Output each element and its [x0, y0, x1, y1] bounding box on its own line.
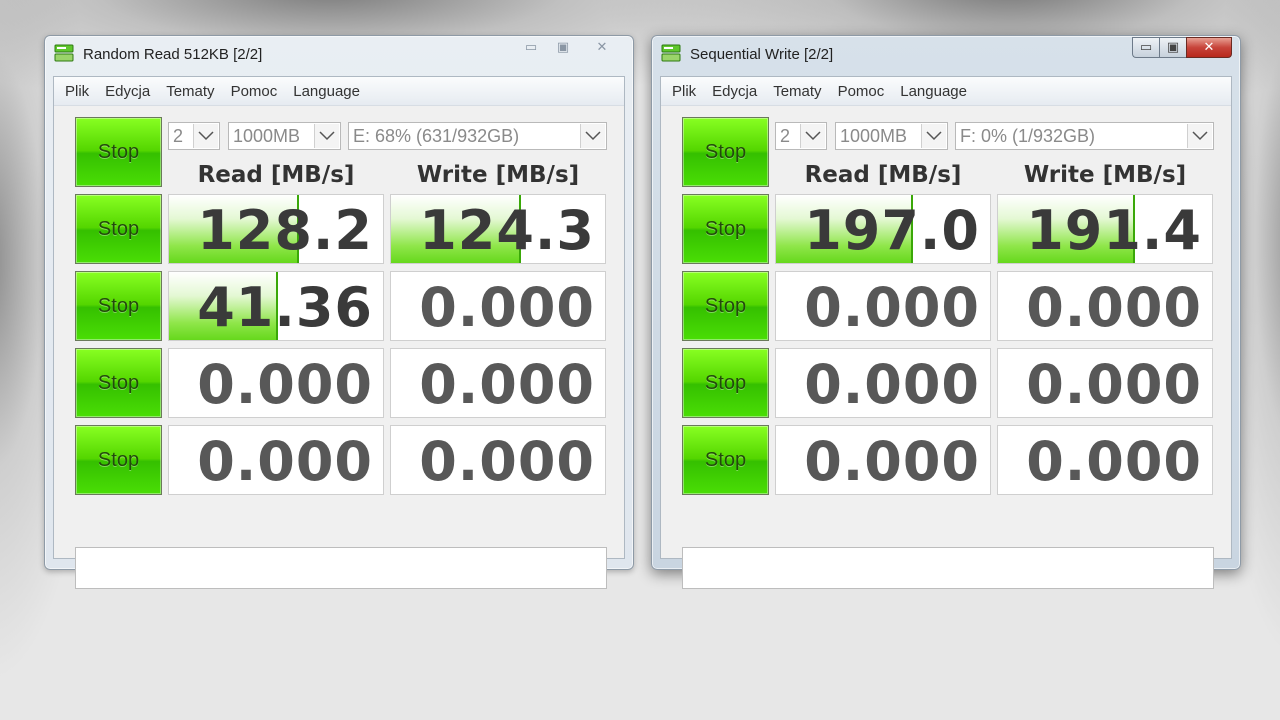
chevron-down-icon — [580, 124, 605, 148]
read-result: 0.000 — [168, 425, 384, 495]
menu-tematy[interactable]: Tematy — [158, 83, 222, 100]
read-value: 0.000 — [197, 353, 373, 416]
write-value: 124.3 — [419, 199, 595, 262]
size-select[interactable]: 1000MB — [835, 122, 948, 150]
write-header: Write [MB/s] — [1023, 162, 1187, 188]
row-stop-button[interactable]: Stop — [75, 425, 162, 495]
chevron-down-icon — [193, 124, 218, 148]
row-stop-button[interactable]: Stop — [682, 194, 769, 264]
write-result: 124.3 — [390, 194, 606, 264]
read-value: 0.000 — [197, 430, 373, 493]
drive-value: F: 0% (1/932GB) — [960, 126, 1096, 146]
menu-pomoc[interactable]: Pomoc — [830, 83, 893, 100]
write-value: 0.000 — [1026, 276, 1202, 339]
menu-bar: Plik Edycja Tematy Pomoc Language — [54, 77, 624, 106]
row-stop-button[interactable]: Stop — [75, 194, 162, 264]
write-result: 0.000 — [390, 348, 606, 418]
row-stop-button[interactable]: Stop — [682, 348, 769, 418]
menu-pomoc[interactable]: Pomoc — [223, 83, 286, 100]
comment-field[interactable] — [75, 547, 607, 589]
maximize-button[interactable]: ▣ — [547, 37, 579, 58]
maximize-button[interactable]: ▣ — [1159, 37, 1186, 58]
menu-bar: Plik Edycja Tematy Pomoc Language — [661, 77, 1231, 106]
client-area: Plik Edycja Tematy Pomoc Language Stop 2… — [53, 76, 625, 589]
write-value: 0.000 — [419, 353, 595, 416]
size-select[interactable]: 1000MB — [228, 122, 341, 150]
window-sequential-write[interactable]: Sequential Write [2/2] ▭ ▣ ✕ Plik Edycja… — [651, 35, 1241, 589]
count-value: 2 — [173, 126, 184, 146]
read-result: 0.000 — [775, 271, 991, 341]
drive-select[interactable]: F: 0% (1/932GB) — [955, 122, 1214, 150]
read-result: 0.000 — [775, 348, 991, 418]
write-result: 0.000 — [997, 271, 1213, 341]
menu-plik[interactable]: Plik — [57, 83, 97, 100]
write-result: 0.000 — [390, 271, 606, 341]
write-result: 0.000 — [997, 425, 1213, 495]
read-value: 128.2 — [197, 199, 373, 262]
menu-edycja[interactable]: Edycja — [97, 83, 158, 100]
title-bar[interactable]: Sequential Write [2/2] ▭ ▣ ✕ — [652, 36, 1240, 74]
read-value: 0.000 — [804, 276, 980, 339]
minimize-button[interactable]: ▭ — [515, 37, 547, 58]
read-header: Read [MB/s] — [197, 162, 355, 188]
drive-value: E: 68% (631/932GB) — [353, 126, 520, 146]
read-value: 0.000 — [804, 430, 980, 493]
read-result: 0.000 — [168, 348, 384, 418]
chevron-down-icon — [1187, 124, 1212, 148]
menu-plik[interactable]: Plik — [664, 83, 704, 100]
read-result: 197.0 — [775, 194, 991, 264]
write-result: 191.4 — [997, 194, 1213, 264]
menu-tematy[interactable]: Tematy — [765, 83, 829, 100]
write-value: 191.4 — [1026, 199, 1202, 262]
app-disk-icon — [54, 44, 74, 62]
write-result: 0.000 — [390, 425, 606, 495]
read-header: Read [MB/s] — [804, 162, 962, 188]
read-value: 0.000 — [804, 353, 980, 416]
comment-field[interactable] — [682, 547, 1214, 589]
window-title: Random Read 512KB [2/2] — [83, 46, 263, 63]
write-result: 0.000 — [997, 348, 1213, 418]
close-button[interactable]: ✕ — [1186, 37, 1232, 58]
chevron-down-icon — [800, 124, 825, 148]
read-result: 0.000 — [775, 425, 991, 495]
row-stop-button[interactable]: Stop — [75, 348, 162, 418]
read-result: 41.36 — [168, 271, 384, 341]
size-value: 1000MB — [233, 126, 301, 146]
write-value: 0.000 — [1026, 430, 1202, 493]
menu-language[interactable]: Language — [285, 83, 368, 100]
menu-language[interactable]: Language — [892, 83, 975, 100]
app-disk-icon — [661, 44, 681, 62]
size-value: 1000MB — [840, 126, 908, 146]
read-value: 197.0 — [804, 199, 980, 262]
count-value: 2 — [780, 126, 791, 146]
write-value: 0.000 — [419, 430, 595, 493]
row-stop-button[interactable]: Stop — [682, 425, 769, 495]
count-select[interactable]: 2 — [775, 122, 827, 150]
chevron-down-icon — [921, 124, 946, 148]
chevron-down-icon — [314, 124, 339, 148]
read-result: 128.2 — [168, 194, 384, 264]
count-select[interactable]: 2 — [168, 122, 220, 150]
read-value: 41.36 — [197, 276, 373, 339]
window-random-read[interactable]: Random Read 512KB [2/2] ▭ ▣ ✕ Plik Edycj… — [44, 35, 634, 589]
write-value: 0.000 — [419, 276, 595, 339]
window-title: Sequential Write [2/2] — [690, 46, 834, 63]
row-stop-button[interactable]: Stop — [75, 271, 162, 341]
drive-select[interactable]: E: 68% (631/932GB) — [348, 122, 607, 150]
close-button[interactable]: ✕ — [579, 37, 625, 58]
client-area: Plik Edycja Tematy Pomoc Language Stop 2… — [660, 76, 1232, 589]
all-stop-button[interactable]: Stop — [75, 117, 162, 187]
write-value: 0.000 — [1026, 353, 1202, 416]
title-bar[interactable]: Random Read 512KB [2/2] ▭ ▣ ✕ — [45, 36, 633, 74]
all-stop-button[interactable]: Stop — [682, 117, 769, 187]
row-stop-button[interactable]: Stop — [682, 271, 769, 341]
write-header: Write [MB/s] — [416, 162, 580, 188]
minimize-button[interactable]: ▭ — [1132, 37, 1159, 58]
menu-edycja[interactable]: Edycja — [704, 83, 765, 100]
